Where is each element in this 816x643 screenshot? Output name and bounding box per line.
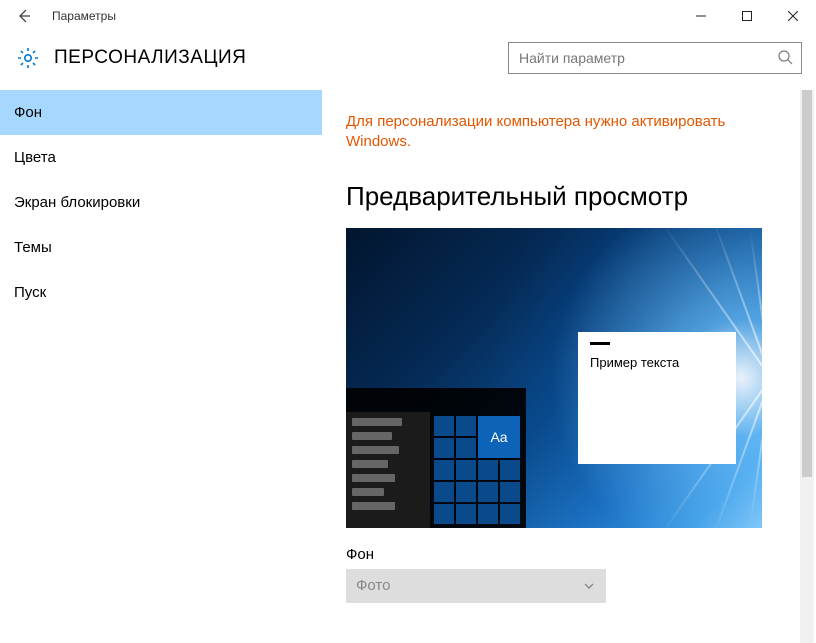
sidebar-item-colors[interactable]: Цвета: [0, 135, 322, 180]
window-title: Параметры: [52, 9, 116, 23]
background-dropdown[interactable]: Фото: [346, 569, 606, 603]
sidebar-item-background[interactable]: Фон: [0, 90, 322, 135]
search-box[interactable]: [508, 42, 802, 74]
sidebar-item-start[interactable]: Пуск: [0, 270, 322, 315]
preview-heading: Предварительный просмотр: [346, 181, 792, 212]
title-bar: Параметры: [0, 0, 816, 32]
header: ПЕРСОНАЛИЗАЦИЯ: [0, 32, 816, 88]
sidebar: Фон Цвета Экран блокировки Темы Пуск: [0, 88, 322, 641]
activation-warning: Для персонализации компьютера нужно акти…: [346, 112, 726, 153]
preview-sample-window: Пример текста: [578, 332, 736, 464]
background-field-label: Фон: [346, 546, 792, 563]
sidebar-item-lockscreen[interactable]: Экран блокировки: [0, 180, 322, 225]
maximize-button[interactable]: [724, 0, 770, 32]
preview-tiles: Aa: [434, 416, 522, 524]
main-panel: Для персонализации компьютера нужно акти…: [322, 88, 816, 641]
search-icon: [777, 49, 793, 68]
section-title: ПЕРСОНАЛИЗАЦИЯ: [54, 47, 246, 69]
close-button[interactable]: [770, 0, 816, 32]
preview-sample-text: Пример текста: [590, 355, 679, 370]
scrollbar-thumb[interactable]: [802, 90, 812, 477]
search-input[interactable]: [517, 49, 777, 67]
vertical-scrollbar[interactable]: [800, 90, 814, 643]
preview-taskbar: Aa: [346, 388, 526, 528]
settings-gear-icon: [14, 44, 42, 72]
background-dropdown-value: Фото: [356, 577, 390, 594]
chevron-down-icon: [582, 579, 596, 593]
back-button[interactable]: [8, 0, 40, 32]
preview-start-menu: [346, 412, 430, 528]
desktop-preview: Aa Пример текста: [346, 228, 762, 528]
sidebar-item-themes[interactable]: Темы: [0, 225, 322, 270]
preview-tile-aa: Aa: [478, 416, 520, 458]
minimize-button[interactable]: [678, 0, 724, 32]
window-controls: [678, 0, 816, 32]
